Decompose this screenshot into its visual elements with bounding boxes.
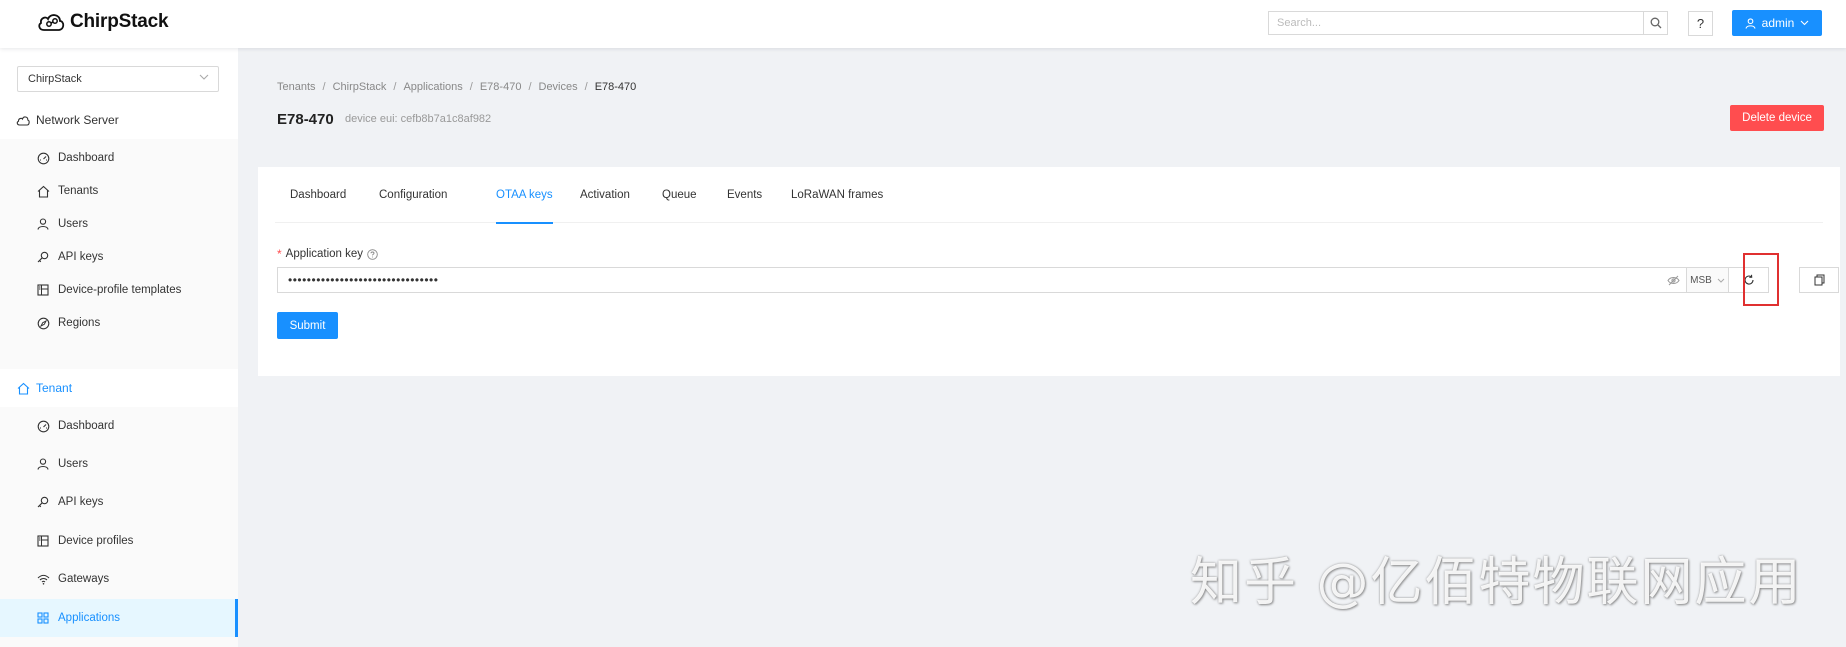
breadcrumb-current-device: E78-470 <box>594 81 637 93</box>
sidebar-item-label: API keys <box>58 496 104 508</box>
compass-icon <box>36 316 50 330</box>
tab-configuration[interactable]: Configuration <box>379 167 447 223</box>
chevron-down-icon <box>1717 278 1725 283</box>
application-key-input[interactable]: •••••••••••••••••••••••••••••••• <box>277 267 1687 293</box>
required-mark: * <box>277 247 282 261</box>
highlight-box <box>1743 253 1779 306</box>
sidebar-item-label: Dashboard <box>58 420 115 432</box>
user-name: admin <box>1761 16 1795 30</box>
home-icon <box>16 381 30 395</box>
home-icon <box>36 184 50 198</box>
device-eui: device eui: cefb8b7a1c8af982 <box>345 113 492 125</box>
device-card: Dashboard Configuration OTAA keys Activa… <box>258 167 1840 376</box>
sidebar-item-label: API keys <box>58 251 104 263</box>
breadcrumb-tenant[interactable]: ChirpStack <box>333 81 387 93</box>
breadcrumb-separator: / <box>469 81 473 93</box>
application-key-value: •••••••••••••••••••••••••••••••• <box>288 273 439 287</box>
tab-activation[interactable]: Activation <box>580 167 630 223</box>
sidebar-item-label: Users <box>58 458 89 470</box>
wifi-icon <box>36 572 50 586</box>
byte-order-select[interactable]: MSB <box>1687 267 1729 293</box>
top-bar: ChirpStack ? admin <box>0 0 1846 48</box>
tenant-select-value: ChirpStack <box>28 73 82 85</box>
key-icon <box>36 250 50 264</box>
sidebar-item-tenant-api-keys[interactable]: API keys <box>0 483 238 521</box>
tenant-select[interactable]: ChirpStack <box>17 66 219 92</box>
user-menu-button[interactable]: admin <box>1732 10 1822 36</box>
logo[interactable]: ChirpStack <box>36 10 169 34</box>
breadcrumb-applications[interactable]: Applications <box>403 81 462 93</box>
sidebar-item-label: Dashboard <box>58 152 115 164</box>
user-icon <box>36 457 50 471</box>
search-icon <box>1650 17 1661 29</box>
sidebar-item-label: Applications <box>58 612 121 624</box>
template-icon <box>36 534 50 548</box>
field-label-text: Application key <box>285 248 364 260</box>
chirpstack-logo-icon <box>38 14 65 31</box>
breadcrumb-separator: / <box>393 81 397 93</box>
user-icon <box>36 217 50 231</box>
sidebar-item-tenant-gateways[interactable]: Gateways <box>0 560 238 598</box>
sidebar-item-tenant-users[interactable]: Users <box>0 445 238 483</box>
sidebar-item-label: Device profiles <box>58 535 134 547</box>
sidebar-item-tenant-device-profiles[interactable]: Device profiles <box>0 522 238 560</box>
delete-device-button[interactable]: Delete device <box>1730 105 1824 131</box>
menu-group-tenant[interactable]: Tenant <box>0 369 238 407</box>
breadcrumb-separator: / <box>584 81 588 93</box>
copy-icon <box>1814 274 1824 286</box>
copy-key-button[interactable] <box>1799 267 1839 293</box>
key-icon <box>36 495 50 509</box>
dashboard-icon <box>36 151 50 165</box>
brand-name: ChirpStack <box>70 11 169 32</box>
sidebar-item-ns-regions[interactable]: Regions <box>0 304 238 342</box>
appstore-icon <box>36 611 50 625</box>
watermark: 知乎 @亿佰特物联网应用 <box>1190 553 1803 613</box>
tab-lorawan-frames[interactable]: LoRaWAN frames <box>791 167 883 223</box>
sidebar: ChirpStack Network Server Dashboard Tena… <box>0 48 238 647</box>
search-button[interactable] <box>1643 11 1668 35</box>
sidebar-item-label: Device-profile templates <box>58 284 182 296</box>
menu-group-label: Network Server <box>36 113 119 127</box>
tab-queue[interactable]: Queue <box>662 167 697 223</box>
tab-events[interactable]: Events <box>727 167 762 223</box>
breadcrumb-separator: / <box>528 81 532 93</box>
tab-dashboard[interactable]: Dashboard <box>290 167 346 223</box>
breadcrumb-devices[interactable]: Devices <box>539 81 578 93</box>
tab-otaa-keys[interactable]: OTAA keys <box>496 167 553 224</box>
application-key-label: * Application key <box>277 247 378 261</box>
submit-button[interactable]: Submit <box>277 312 338 339</box>
help-button[interactable]: ? <box>1688 11 1713 36</box>
breadcrumb: Tenants / ChirpStack / Applications / E7… <box>277 81 636 93</box>
cloud-icon <box>16 113 30 127</box>
search-bar <box>1268 11 1668 35</box>
breadcrumb-application[interactable]: E78-470 <box>480 81 522 93</box>
template-icon <box>36 283 50 297</box>
sidebar-item-tenant-applications[interactable]: Applications <box>0 599 238 637</box>
menu-group-label: Tenant <box>36 381 73 395</box>
question-circle-icon[interactable] <box>367 248 378 260</box>
sidebar-item-label: Users <box>58 218 89 230</box>
sidebar-item-label: Regions <box>58 317 101 329</box>
page-title: E78-470 <box>277 111 334 128</box>
search-input[interactable] <box>1268 11 1643 35</box>
breadcrumb-separator: / <box>322 81 326 93</box>
sidebar-item-tenant-dashboard[interactable]: Dashboard <box>0 407 238 445</box>
chevron-down-icon <box>1800 20 1809 26</box>
device-tabs: Dashboard Configuration OTAA keys Activa… <box>275 167 1823 224</box>
byte-order-value: MSB <box>1690 274 1712 286</box>
breadcrumb-tenants[interactable]: Tenants <box>277 81 316 93</box>
sidebar-item-label: Gateways <box>58 573 110 585</box>
menu-group-network-server[interactable]: Network Server <box>0 101 238 139</box>
sidebar-item-label: Tenants <box>58 185 99 197</box>
dashboard-icon <box>36 419 50 433</box>
user-icon <box>1745 17 1756 29</box>
chevron-down-icon <box>199 74 209 80</box>
eye-invisible-icon[interactable] <box>1660 275 1686 286</box>
